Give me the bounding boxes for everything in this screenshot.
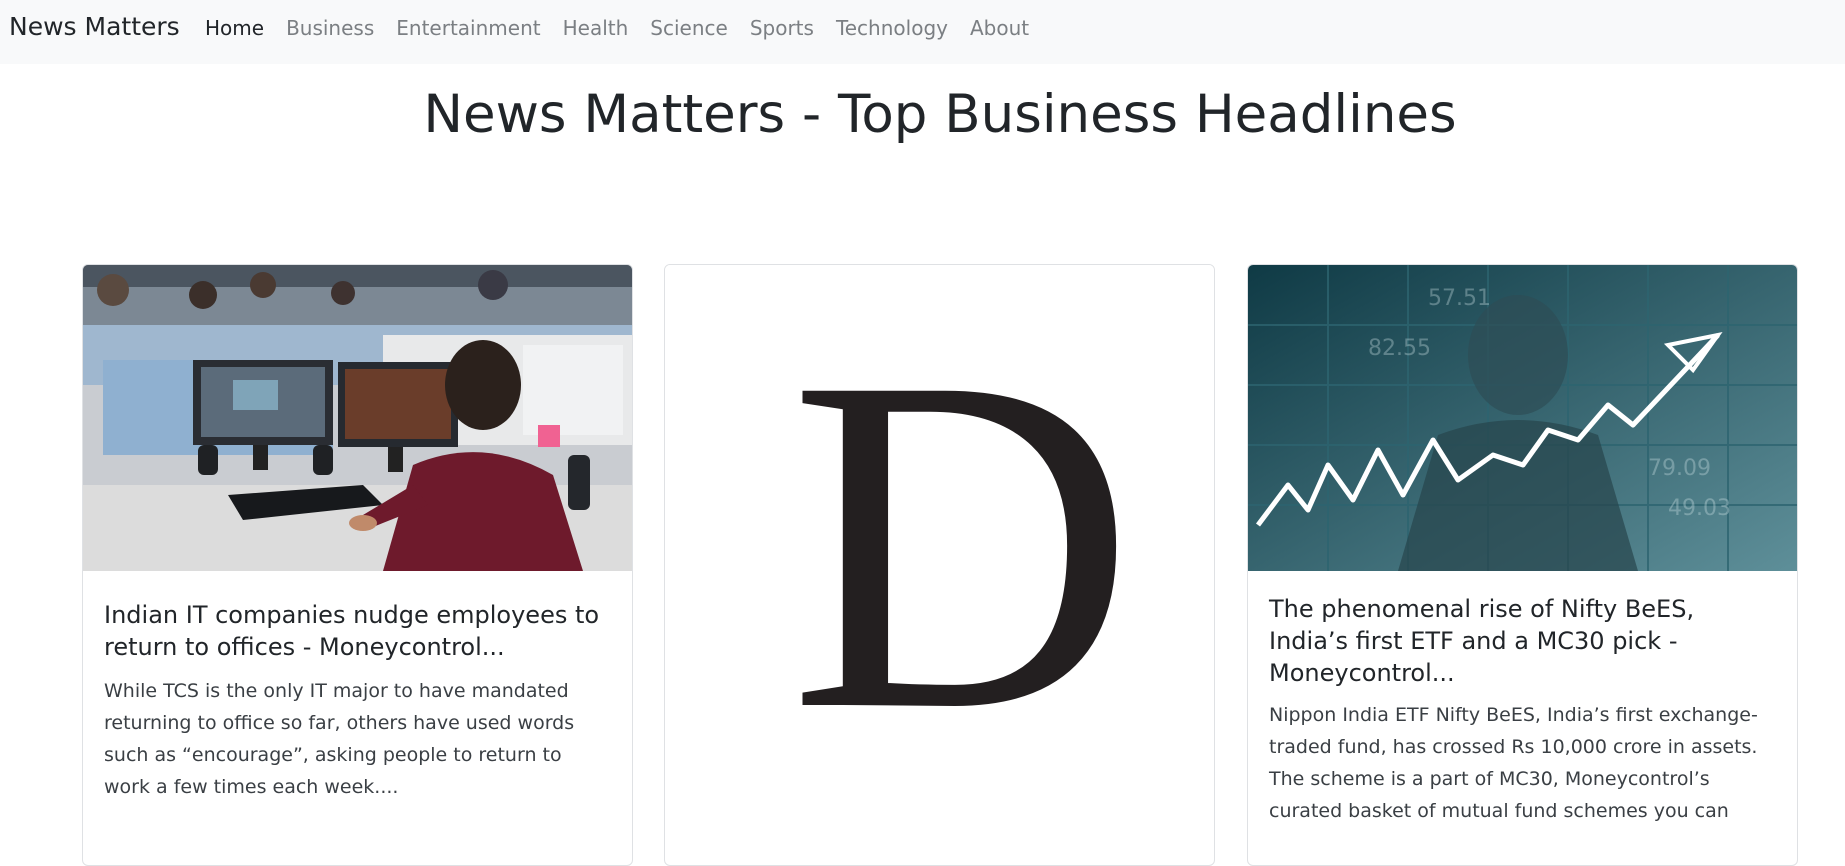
nav-item-business[interactable]: Business xyxy=(275,16,385,40)
card-body: The phenomenal rise of Nifty BeES, India… xyxy=(1248,593,1797,827)
nav-menu: Home Business Entertainment Health Scien… xyxy=(205,14,1040,42)
svg-text:49.03: 49.03 xyxy=(1668,496,1731,521)
svg-text:82.55: 82.55 xyxy=(1368,336,1431,361)
news-card-3: 57.51 82.55 79.09 49.03 The phenomenal r… xyxy=(1247,264,1798,866)
stock-market-image[interactable]: 57.51 82.55 79.09 49.03 xyxy=(1248,265,1797,571)
news-card-1: Indian IT companies nudge employees to r… xyxy=(82,264,633,866)
nav-item-science[interactable]: Science xyxy=(639,16,739,40)
svg-text:57.51: 57.51 xyxy=(1428,286,1491,311)
office-workers-image[interactable] xyxy=(83,265,632,571)
nav-item-technology[interactable]: Technology xyxy=(825,16,959,40)
card-title[interactable]: Indian IT companies nudge employees to r… xyxy=(104,599,611,663)
card-text: Nippon India ETF Nifty BeES, India’s fir… xyxy=(1269,704,1758,822)
nav-item-home[interactable]: Home xyxy=(205,16,275,40)
publisher-logo-image[interactable]: D xyxy=(665,265,1214,825)
card-text: While TCS is the only IT major to have m… xyxy=(104,680,575,798)
svg-text:79.09: 79.09 xyxy=(1648,456,1711,481)
nav-item-sports[interactable]: Sports xyxy=(739,16,825,40)
brand-link[interactable]: News Matters xyxy=(9,10,180,44)
nav-item-health[interactable]: Health xyxy=(552,16,640,40)
page-title: News Matters - Top Business Headlines xyxy=(423,84,1457,145)
nav-item-about[interactable]: About xyxy=(959,16,1040,40)
card-title[interactable]: The phenomenal rise of Nifty BeES, India… xyxy=(1269,593,1776,689)
card-body: Indian IT companies nudge employees to r… xyxy=(83,599,632,803)
top-navbar: News Matters Home Business Entertainment… xyxy=(0,0,1845,64)
nav-item-entertainment[interactable]: Entertainment xyxy=(385,16,551,40)
news-card-2: D xyxy=(664,264,1215,866)
logo-letter: D xyxy=(789,277,1136,809)
